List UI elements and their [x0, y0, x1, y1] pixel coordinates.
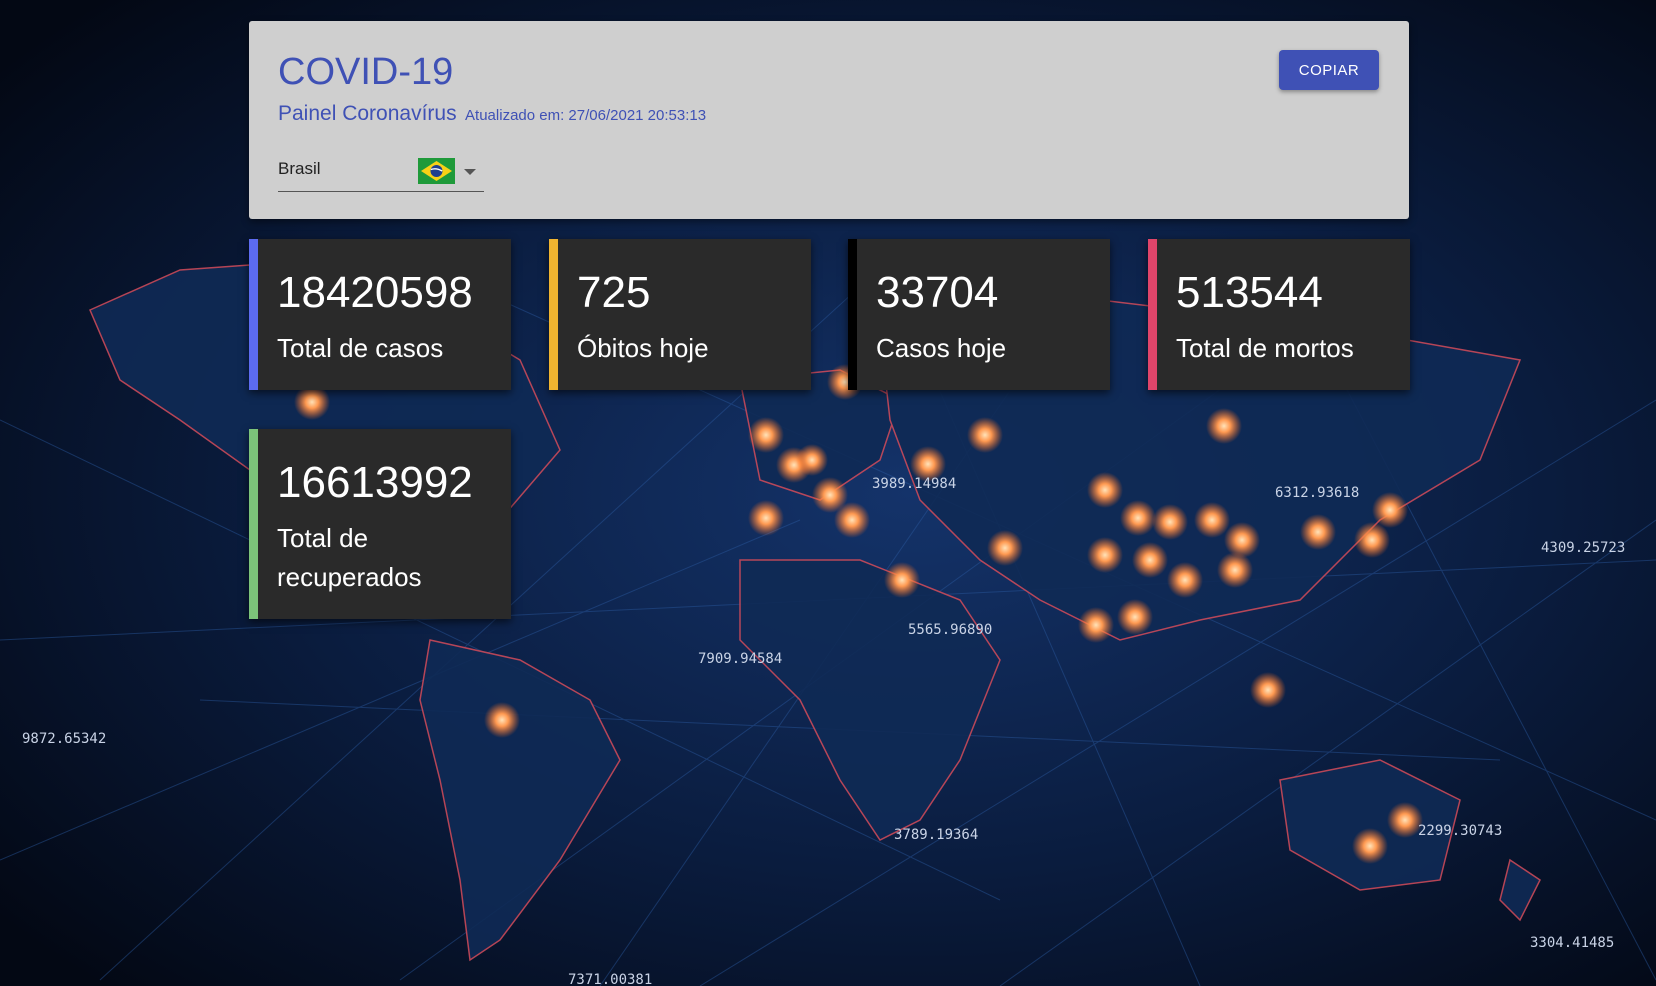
card-value: 33704 [876, 268, 999, 317]
card-label: Óbitos hoje [577, 333, 709, 363]
bg-number: 6312.93618 [1275, 485, 1359, 501]
card-value: 725 [577, 268, 651, 317]
bg-number: 9872.65342 [22, 731, 106, 747]
card-accent-bar [249, 429, 258, 619]
country-select-value: Brasil [278, 159, 321, 178]
card-accent-bar [549, 239, 558, 390]
stat-card-total-recovered: 16613992 Total de recuperados [249, 429, 511, 619]
chevron-down-icon[interactable] [464, 169, 476, 175]
card-value: 16613992 [277, 458, 473, 507]
bg-number: 7909.94584 [698, 651, 782, 667]
copy-button[interactable]: COPIAR [1279, 50, 1379, 90]
card-label: Total de mortos [1176, 333, 1354, 363]
bg-number: 4309.25723 [1541, 540, 1625, 556]
bg-number: 3304.41485 [1530, 935, 1614, 951]
brazil-flag-icon [418, 158, 455, 184]
card-label: Casos hoje [876, 333, 1007, 363]
card-value: 18420598 [277, 268, 473, 317]
card-label: Total de casos [277, 333, 444, 363]
stat-card-cases-today: 33704 Casos hoje [848, 239, 1110, 390]
subtitle-row: Painel Coronavírus Atualizado em: 27/06/… [278, 102, 706, 126]
country-select[interactable]: Brasil [278, 151, 484, 192]
card-value: 513544 [1176, 268, 1323, 317]
bg-number: 2299.30743 [1418, 823, 1502, 839]
card-accent-bar [249, 239, 258, 390]
stat-card-deaths-today: 725 Óbitos hoje [549, 239, 811, 390]
updated-timestamp: Atualizado em: 27/06/2021 20:53:13 [465, 107, 707, 124]
header-panel: COVID-19 Painel Coronavírus Atualizado e… [249, 21, 1409, 219]
stat-card-total-cases: 18420598 Total de casos [249, 239, 511, 390]
card-accent-bar [1148, 239, 1157, 390]
card-label: Total de recuperados [277, 523, 422, 592]
bg-number: 3789.19364 [894, 827, 978, 843]
bg-number: 7371.00381 [568, 972, 652, 986]
page-subtitle: Painel Coronavírus [278, 102, 457, 125]
page-title: COVID-19 [278, 51, 454, 93]
card-accent-bar [848, 239, 857, 390]
bg-number: 3989.14984 [872, 476, 956, 492]
stat-card-total-deaths: 513544 Total de mortos [1148, 239, 1410, 390]
bg-number: 5565.96890 [908, 622, 992, 638]
